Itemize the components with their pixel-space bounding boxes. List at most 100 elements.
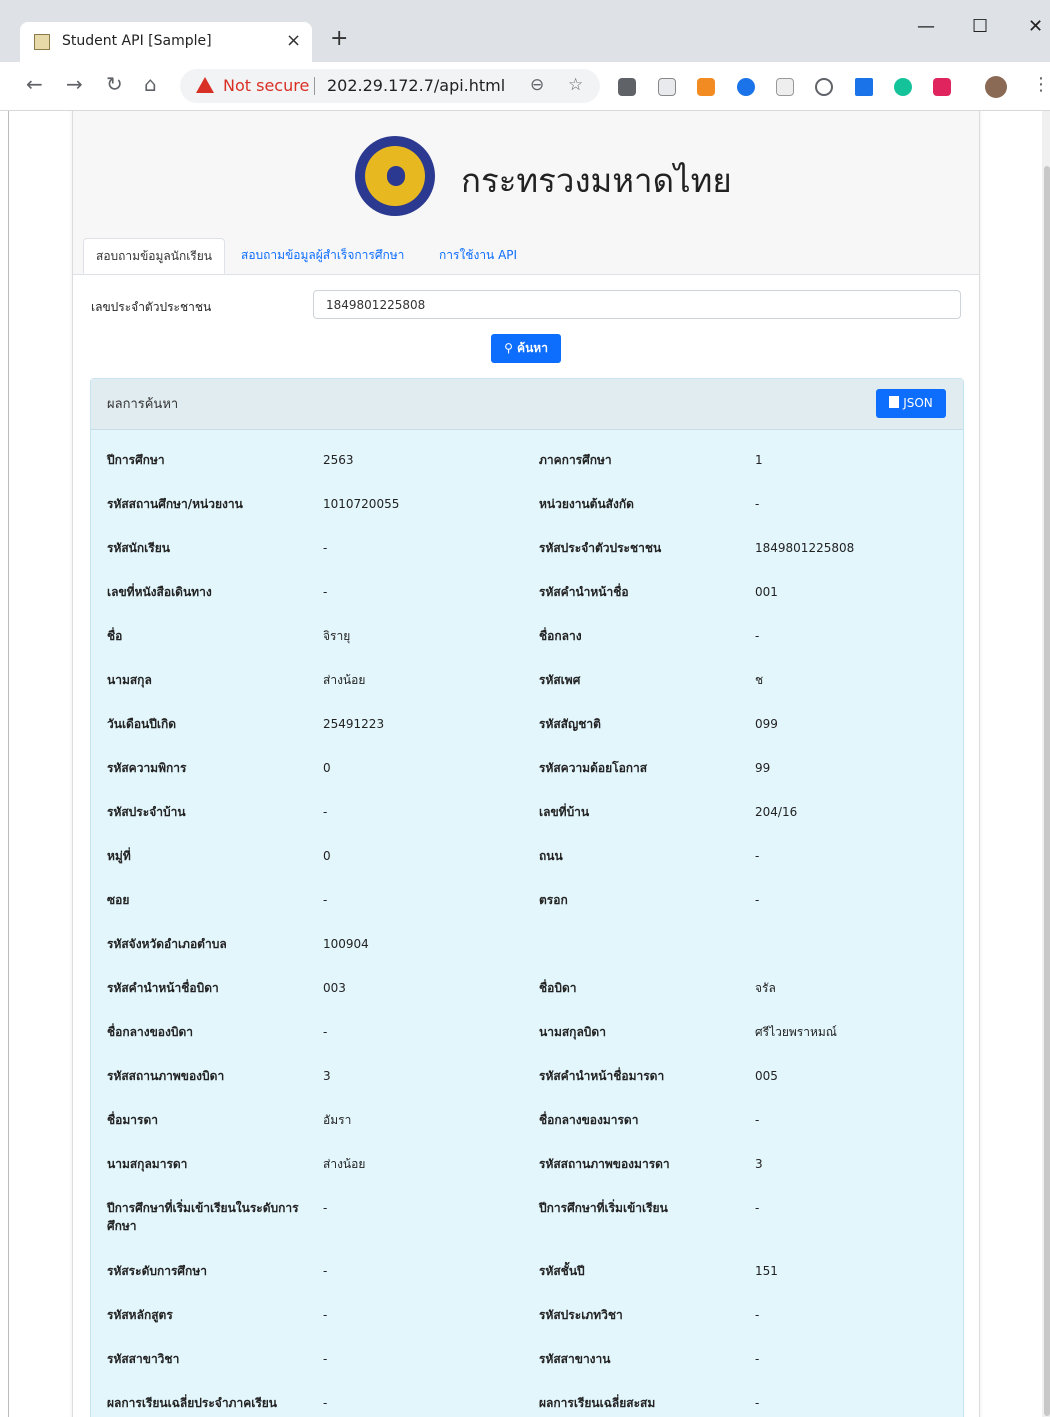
json-button[interactable]: JSON — [876, 389, 946, 418]
field-value: 99 — [755, 761, 771, 775]
field-label: รหัสนักเรียน — [107, 541, 170, 555]
ministry-logo — [355, 136, 435, 216]
search-icon: ⚲ — [504, 341, 513, 355]
field-value: 1 — [755, 453, 763, 467]
extension-blue-icon[interactable] — [737, 78, 755, 96]
field-value: - — [755, 1352, 760, 1366]
field-label: นามสกุลบิดา — [539, 1025, 606, 1039]
field-label: ชื่อกลางของบิดา — [107, 1025, 193, 1039]
page-viewport: กระทรวงมหาดไทย สอบถามข้อมูลนักเรียน สอบถ… — [0, 111, 1050, 1417]
scrollbar-thumb[interactable] — [1044, 166, 1050, 1416]
extension-gauge-icon[interactable] — [815, 78, 833, 96]
zoom-icon[interactable]: ⊖ — [530, 75, 544, 95]
extension-grammarly-icon[interactable] — [894, 78, 912, 96]
field-value: 0 — [323, 849, 331, 863]
field-value: - — [755, 629, 760, 643]
field-value: 3 — [323, 1069, 331, 1083]
tab-graduate-query[interactable]: สอบถามข้อมูลผู้สำเร็จการศึกษา — [241, 238, 404, 274]
field-value: 100904 — [323, 937, 369, 951]
minimize-button[interactable]: — — [917, 16, 935, 37]
field-value: - — [323, 893, 328, 907]
url-text[interactable]: 202.29.172.7/api.html — [327, 76, 505, 95]
citizen-id-label: เลขประจำตัวประชาชน — [91, 300, 212, 314]
field-value: - — [323, 1352, 328, 1366]
field-value: ศรีไวยพราหมณ์ — [755, 1025, 837, 1039]
field-label: ชื่อมารดา — [107, 1113, 158, 1127]
new-tab-button[interactable]: + — [330, 28, 348, 50]
extension-red-icon[interactable] — [933, 78, 951, 96]
field-label: ชื่อ — [107, 629, 123, 643]
field-label: ปีการศึกษา — [107, 453, 165, 467]
field-label: รหัสสถานภาพของบิดา — [107, 1069, 225, 1083]
search-button[interactable]: ⚲ ค้นหา — [491, 334, 561, 363]
forward-icon[interactable]: → — [66, 74, 83, 94]
tab-api-usage[interactable]: การใช้งาน API — [439, 238, 517, 274]
field-label: รหัสประจำตัวประชาชน — [539, 541, 662, 555]
back-icon[interactable]: ← — [26, 74, 43, 94]
field-value: - — [323, 585, 328, 599]
field-value: - — [755, 1201, 760, 1215]
field-label: รหัสความด้อยโอกาส — [539, 761, 648, 775]
tab-close-icon[interactable]: × — [286, 30, 301, 51]
field-label: รหัสคำนำหน้าชื่อบิดา — [107, 981, 219, 995]
browser-tab-bar: Student API [Sample] × + — ☐ ✕ — [0, 0, 1050, 62]
reload-icon[interactable]: ↻ — [106, 74, 123, 94]
extension-cap-icon[interactable] — [855, 78, 873, 96]
field-label: รหัสหลักสูตร — [107, 1308, 173, 1322]
field-label: หมู่ที่ — [107, 849, 131, 863]
field-label: รหัสสัญชาติ — [539, 717, 601, 731]
field-label: หน่วยงานต้นสังกัด — [539, 497, 634, 511]
field-value: 1849801225808 — [755, 541, 855, 555]
security-label[interactable]: Not secure — [223, 76, 309, 95]
field-label: ผลการเรียนเฉลี่ยประจำภาคเรียน — [107, 1396, 278, 1410]
field-value: 0 — [323, 761, 331, 775]
field-label: ชื่อบิดา — [539, 981, 577, 995]
bookmark-star-icon[interactable]: ☆ — [568, 75, 583, 95]
field-label: ชื่อกลาง — [539, 629, 582, 643]
field-label: ชื่อกลางของมารดา — [539, 1113, 639, 1127]
maximize-button[interactable]: ☐ — [972, 16, 988, 37]
home-icon[interactable]: ⌂ — [144, 74, 157, 94]
field-label: รหัสสถานศึกษา/หน่วยงาน — [107, 497, 243, 511]
results-header: ผลการค้นหา JSON — [91, 379, 963, 430]
field-label: รหัสชั้นปี — [539, 1264, 585, 1278]
profile-avatar[interactable] — [985, 76, 1007, 98]
citizen-id-input[interactable] — [313, 290, 961, 319]
field-label: รหัสระดับการศึกษา — [107, 1264, 207, 1278]
field-value: - — [323, 1025, 328, 1039]
browser-tab[interactable]: Student API [Sample] × — [20, 22, 312, 62]
field-value: 099 — [755, 717, 778, 731]
field-label: นามสกุล — [107, 673, 152, 687]
field-value: 2563 — [323, 453, 354, 467]
tab-student-query[interactable]: สอบถามข้อมูลนักเรียน — [83, 238, 225, 274]
field-value: - — [323, 1308, 328, 1322]
field-label: เลขที่หนังสือเดินทาง — [107, 585, 212, 599]
field-value: 005 — [755, 1069, 778, 1083]
field-label: ปีการศึกษาที่เริ่มเข้าเรียน — [539, 1201, 668, 1215]
extension-page-icon[interactable] — [658, 78, 676, 96]
field-value: อัมรา — [323, 1113, 352, 1127]
field-value: - — [755, 1308, 760, 1322]
field-label: รหัสสาขาวิชา — [107, 1352, 180, 1366]
field-value: ส่างน้อย — [323, 673, 366, 687]
field-label: ตรอก — [539, 893, 568, 907]
field-value: จิรายุ — [323, 629, 351, 643]
address-bar[interactable]: Not secure 202.29.172.7/api.html ⊖ ☆ — [180, 69, 600, 103]
browser-menu-icon[interactable]: ⋮ — [1032, 74, 1050, 95]
field-label: รหัสสาขางาน — [539, 1352, 611, 1366]
main-card: กระทรวงมหาดไทย สอบถามข้อมูลนักเรียน สอบถ… — [72, 111, 980, 1417]
file-export-icon — [889, 396, 900, 408]
page-header: กระทรวงมหาดไทย สอบถามข้อมูลนักเรียน สอบถ… — [73, 111, 979, 275]
field-label: รหัสสถานภาพของมารดา — [539, 1157, 670, 1171]
extension-sc-icon[interactable] — [697, 78, 715, 96]
extension-chat-icon[interactable] — [618, 78, 636, 96]
field-value: - — [323, 1264, 328, 1278]
field-value: ช — [755, 673, 764, 687]
field-label: รหัสเพศ — [539, 673, 581, 687]
window-close-button[interactable]: ✕ — [1028, 16, 1043, 37]
field-label: รหัสประเภทวิชา — [539, 1308, 623, 1322]
field-label: รหัสความพิการ — [107, 761, 187, 775]
field-value: 25491223 — [323, 717, 385, 731]
field-value: - — [755, 849, 760, 863]
extension-pdf-icon[interactable] — [776, 78, 794, 96]
